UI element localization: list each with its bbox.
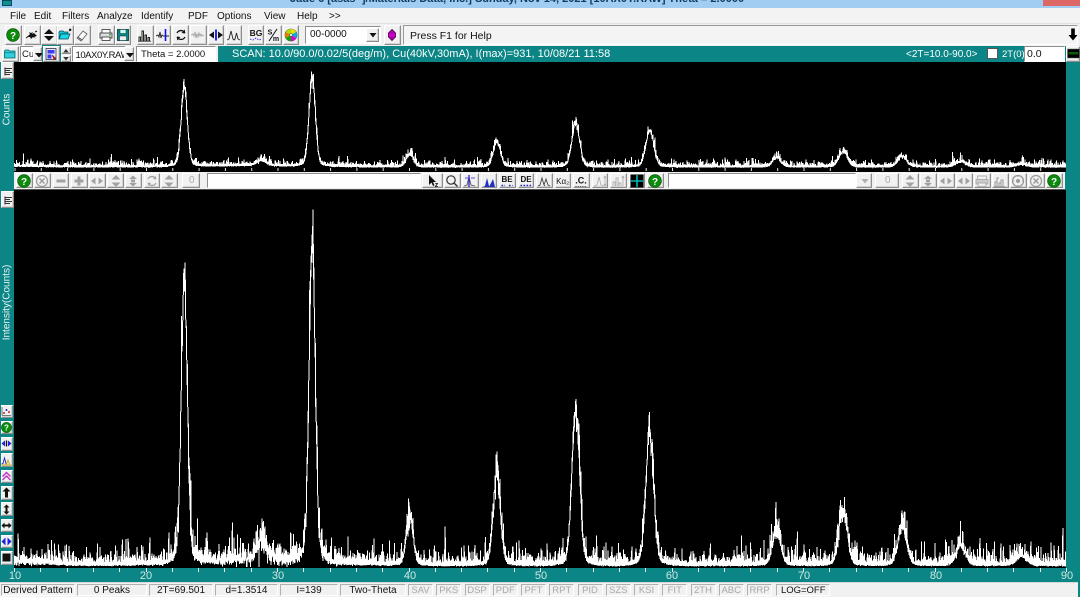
svg-text:.C.: .C. (575, 175, 587, 185)
svg-text:m: m (273, 36, 279, 42)
svg-text:?: ? (4, 424, 9, 433)
svg-text:?: ? (652, 177, 658, 188)
svg-text:z: z (434, 182, 438, 188)
svg-text:BE: BE (502, 175, 514, 184)
svg-text:DE: DE (520, 175, 532, 184)
svg-text:?: ? (10, 31, 16, 42)
svg-text:BG: BG (249, 28, 262, 38)
svg-text:?: ? (21, 177, 27, 188)
svg-text:Kα₂: Kα₂ (556, 177, 569, 186)
svg-text:?: ? (1051, 177, 1057, 188)
